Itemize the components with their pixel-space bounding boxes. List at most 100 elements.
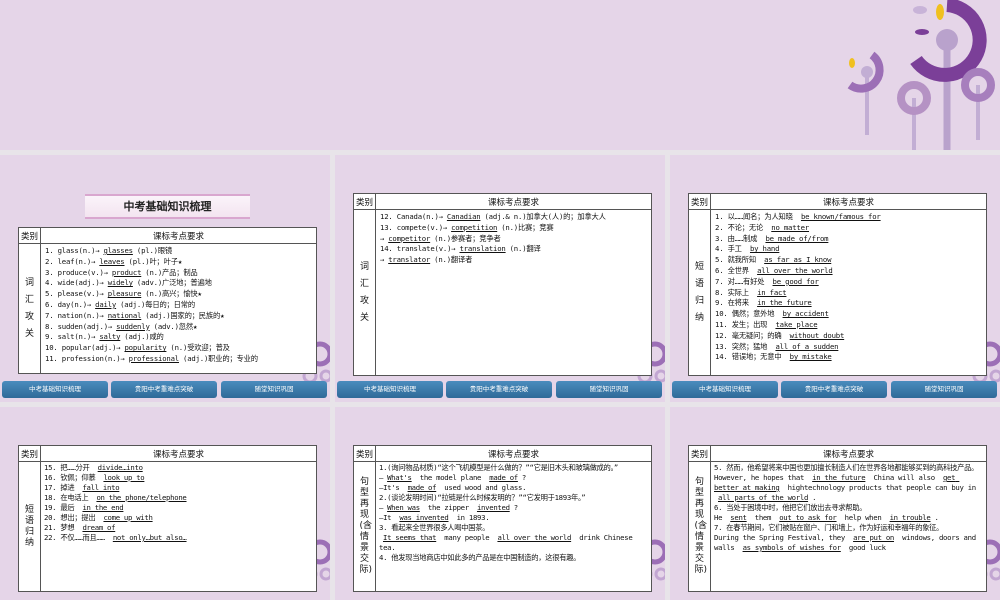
nav-button-practice[interactable]: 随堂知识巩固 [221,381,327,398]
line-text: many people [440,533,494,542]
nav-button-key-points[interactable]: 贵阳中考重难点突破 [111,381,217,398]
line-text: 12. 毫无疑问；的确 [715,330,786,340]
line-text: 14. translate(v.)→ [380,244,456,254]
answer-blank: in the future [757,298,812,308]
line-text: 2.(谈论发明时间)“拉链是什么时候发明的？”“它发明于1893年。” [379,493,586,502]
category-label: 句型再现(含情景交际) [694,477,708,575]
line-text: used wood and glass. [440,483,527,492]
nav-button-basics[interactable]: 中考基础知识梳理 [672,381,778,398]
answer-blank: glasses [103,246,134,255]
answer-blank: widely [107,278,133,288]
answer-blank: by accident [782,309,829,319]
line-text: —It [379,513,396,522]
nav-button-key-points[interactable]: 贵阳中考重难点突破 [446,381,552,398]
answer-blank: not only…but also… [112,533,187,542]
answer-blank: It seems that [383,533,437,542]
slide-thumbnail[interactable]: 类别 课标考点要求 短语归纳 1. 以……闻名；为人知晓 be known/famou… [670,155,1000,402]
nav-button-key-points[interactable]: 贵阳中考重难点突破 [781,381,887,398]
line-text: 7. 在春节期间，它们被贴在窗户、门和墙上，作为好运和幸福年的象征。 [714,523,944,532]
answer-blank: competitor [388,233,431,243]
line-text: 2. 不论；无论 [715,222,768,232]
line-text: 16. 钦佩；仰慕 [44,473,100,482]
line-text: hightechnology products that people can … [783,483,980,492]
slide-thumbnail[interactable]: 类别 课标考点要求 句型再现(含情景交际) 1.(询问物品材质)“这个飞机模型是什么做… [335,407,665,600]
requirements-cell: 15. 把……分开 divide…into 16. 钦佩；仰慕 look up t… [40,461,317,592]
requirement-line: 18. 在电话上 on the phone/telephone [44,493,313,503]
column-header-requirements: 课标考点要求 [710,193,987,210]
answer-blank: as symbols of wishes for [742,543,842,552]
line-text: 1. glass(n.)→ [45,246,100,255]
requirements-table: 类别 课标考点要求 词汇攻关 12. Canada(n.)→ Canadian (adj.… [353,193,652,376]
answer-blank: daily [95,299,117,309]
line-text: (adj.)咸的 [124,332,164,342]
slide-thumbnail[interactable]: 类别 课标考点要求 词汇攻关 12. Canada(n.)→ Canadian (adj.… [335,155,665,402]
line-text: 13. compete(v.)→ [380,222,448,232]
line-text: (adj.& n.)加拿大(人)的；加拿大人 [484,212,606,221]
answer-blank: in trouble [889,513,931,522]
requirement-line: 15. 把……分开 divide…into [44,463,313,473]
category-label: 词汇攻关 [359,261,369,323]
slide-nav-bar: 中考基础知识梳理 贵阳中考重难点突破 随堂知识巩固 [335,381,665,398]
category-cell: 词汇攻关 [18,243,41,374]
line-text: 7. nation(n.)→ [45,310,104,320]
answer-blank: leaves [99,256,125,266]
answer-blank: in the future [812,473,866,482]
line-text: ? [513,503,518,512]
column-header-requirements: 课标考点要求 [375,193,652,210]
line-text: 11. profession(n.)→ [45,353,125,363]
answer-blank: made of [489,473,518,482]
line-text: the model plane [415,473,486,482]
requirement-line: 8. sudden(adj.)→ suddenly (adv.)忽然★ [45,322,312,333]
slide-banner-title: 中考基础知识梳理 [85,194,250,219]
nav-button-practice[interactable]: 随堂知识巩固 [556,381,662,398]
requirement-line: 14. 错误地；无意中 by mistake [715,352,982,363]
line-text: (n.)比赛；竞赛 [501,222,554,232]
line-text: However, he hopes that [714,473,809,482]
line-text: 5. 就我所知 [715,255,761,265]
line-text: good luck [844,543,886,552]
line-text: 4. 他发现当地商店中如此多的产品是在中国制造的，这很有趣。 [379,553,581,562]
line-text: (adj.)每日的；日常的 [120,299,195,309]
line-text: 6. 全世界 [715,265,754,275]
line-text: 6. day(n.)→ [45,299,92,309]
line-text: 21. 梦想 [44,523,79,532]
nav-button-basics[interactable]: 中考基础知识梳理 [2,381,108,398]
answer-blank: popularity [124,343,167,353]
nav-button-practice[interactable]: 随堂知识巩固 [891,381,997,398]
requirement-line: 4. 他发现当地商店中如此多的产品是在中国制造的，这很有趣。 [379,553,648,563]
line-text: 1.(询问物品材质)“这个飞机模型是什么做的？”“它是旧木头和玻璃做成的。” [379,463,618,472]
answer-blank: When was [387,503,420,512]
requirements-table: 类别 课标考点要求 短语归纳 1. 以……闻名；为人知晓 be known/famou… [688,193,987,376]
line-text: 4. 手工 [715,244,746,254]
line-text: 4. wide(adj.)→ [45,278,104,288]
slide-thumbnail[interactable]: 类别 课标考点要求 短语归纳 15. 把……分开 divide…into 16. 钦佩；… [0,407,330,600]
line-text: (n.)翻译 [509,244,541,254]
answer-blank: all over the world [497,533,572,542]
slide-thumbnail[interactable]: 中考基础知识梳理 类别 课标考点要求 词汇攻关 1. glass(n.)→ glasses… [0,155,330,402]
requirement-line: 4. 手工 by hand [715,244,982,255]
answer-blank: no matter [771,222,810,232]
line-text: them [750,513,776,522]
column-header-requirements: 课标考点要求 [40,445,317,462]
requirement-line: 10. 偶然；意外地 by accident [715,309,982,320]
answer-blank: out to ask for [779,513,837,522]
column-header-category: 类别 [688,193,711,210]
line-text: 15. 把……分开 [44,463,94,472]
line-text: (adv.)忽然★ [153,321,198,331]
requirement-line: 3. 看起来全世界很多人喝中国茶。 [379,523,648,533]
line-text: 13. 突然；猛地 [715,341,772,351]
category-label: 短语归纳 [24,504,34,548]
requirements-cell: 5. 然而，他希望将来中国也更加擅长制造人们在世界各地都能够买到的高科技产品。 H… [710,461,987,592]
requirement-line: — When was the zipper invented? [379,503,648,513]
line-text: . [934,513,939,522]
requirement-line: 1.(询问物品材质)“这个飞机模型是什么做的？”“它是旧木头和玻璃做成的。” [379,463,648,473]
column-header-category: 类别 [18,227,41,244]
requirement-line: 22. 不仅……而且…… not only…but also… [44,533,313,543]
requirement-line: — What's the model plane made of? [379,473,648,483]
requirement-line: 9. salt(n.)→ salty (adj.)咸的 [45,332,312,343]
answer-blank: What's [387,473,412,482]
column-header-category: 类别 [353,193,376,210]
requirement-line: 2.(谈论发明时间)“拉链是什么时候发明的？”“它发明于1893年。” [379,493,648,503]
slide-thumbnail[interactable]: 类别 课标考点要求 句型再现(含情景交际) 5. 然而，他希望将来中国也更加擅长制造人… [670,407,1000,600]
nav-button-basics[interactable]: 中考基础知识梳理 [337,381,443,398]
